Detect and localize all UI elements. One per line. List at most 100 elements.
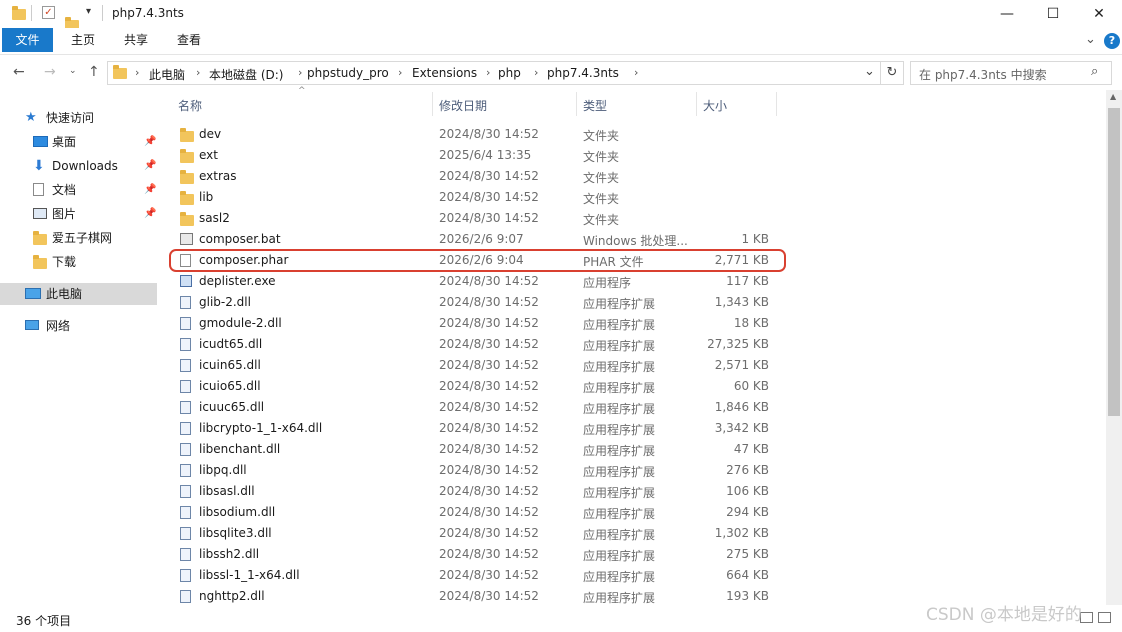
breadcrumb-separator-icon[interactable]: › bbox=[135, 66, 139, 79]
nav-this-pc[interactable]: 此电脑 bbox=[0, 283, 157, 305]
breadcrumb-php[interactable]: php bbox=[498, 66, 521, 80]
file-date: 2024/8/30 14:52 bbox=[439, 421, 539, 435]
breadcrumb-separator-icon[interactable]: › bbox=[196, 66, 200, 79]
scrollbar-thumb[interactable] bbox=[1108, 108, 1120, 416]
table-row[interactable]: libcrypto-1_1-x64.dll 2024/8/30 14:52 应用程序… bbox=[171, 418, 781, 439]
tab-view[interactable]: 查看 bbox=[165, 28, 213, 52]
recent-locations-chevron-icon[interactable]: ⌄ bbox=[69, 66, 77, 76]
file-name: icuin65.dll bbox=[199, 358, 261, 372]
column-header-date[interactable]: 修改日期 bbox=[439, 97, 487, 114]
table-row[interactable]: lib 2024/8/30 14:52 文件夹 bbox=[171, 187, 781, 208]
table-row[interactable]: libsasl.dll 2024/8/30 14:52 应用程序扩展 106 KB bbox=[171, 481, 781, 502]
file-date: 2024/8/30 14:52 bbox=[439, 274, 539, 288]
search-icon[interactable]: ⌕ bbox=[1091, 64, 1098, 79]
pin-icon[interactable]: 📌 bbox=[144, 203, 156, 225]
table-row[interactable]: icuin65.dll 2024/8/30 14:52 应用程序扩展 2,571 KB bbox=[171, 355, 781, 376]
nav-item-pictures[interactable]: 图片 📌 bbox=[0, 203, 157, 225]
breadcrumb-separator-icon[interactable]: › bbox=[398, 66, 402, 79]
breadcrumb-separator-icon[interactable]: › bbox=[634, 66, 638, 79]
back-arrow-icon[interactable]: ← bbox=[13, 64, 25, 80]
column-divider[interactable] bbox=[696, 92, 697, 116]
details-view-icon[interactable] bbox=[1080, 612, 1093, 623]
file-name: lib bbox=[199, 190, 214, 204]
column-header-type[interactable]: 类型 bbox=[583, 97, 607, 114]
table-row[interactable]: deplister.exe 2024/8/30 14:52 应用程序 117 KB bbox=[171, 271, 781, 292]
table-row[interactable]: nghttp2.dll 2024/8/30 14:52 应用程序扩展 193 KB bbox=[171, 586, 781, 607]
file-type: 文件夹 bbox=[583, 171, 620, 185]
breadcrumb-drive-d[interactable]: 本地磁盘 (D:) bbox=[209, 66, 283, 83]
table-row[interactable]: sasl2 2024/8/30 14:52 文件夹 bbox=[171, 208, 781, 229]
dll-file-icon bbox=[180, 527, 191, 540]
table-row[interactable]: glib-2.dll 2024/8/30 14:52 应用程序扩展 1,343 KB bbox=[171, 292, 781, 313]
search-box[interactable]: 在 php7.4.3nts 中搜索 ⌕ bbox=[910, 61, 1112, 85]
tab-home[interactable]: 主页 bbox=[59, 28, 107, 52]
breadcrumb-separator-icon[interactable]: › bbox=[534, 66, 538, 79]
breadcrumb-phpstudy-pro[interactable]: phpstudy_pro bbox=[307, 66, 389, 80]
table-row[interactable]: ext 2025/6/4 13:35 文件夹 bbox=[171, 145, 781, 166]
dll-file-icon bbox=[180, 380, 191, 393]
table-row[interactable]: extras 2024/8/30 14:52 文件夹 bbox=[171, 166, 781, 187]
breadcrumb-this-pc[interactable]: 此电脑 bbox=[149, 66, 185, 83]
file-date: 2024/8/30 14:52 bbox=[439, 190, 539, 204]
file-type: 应用程序扩展 bbox=[583, 507, 656, 521]
nav-quick-access[interactable]: ★ 快速访问 bbox=[0, 107, 157, 129]
dll-file-icon bbox=[180, 338, 191, 351]
large-icons-view-icon[interactable] bbox=[1098, 612, 1111, 623]
address-dropdown-icon[interactable]: ⌄ bbox=[864, 64, 875, 79]
nav-item-downloads[interactable]: ⬇ Downloads 📌 bbox=[0, 155, 157, 177]
table-row[interactable]: libenchant.dll 2024/8/30 14:52 应用程序扩展 47 KB bbox=[171, 439, 781, 460]
nav-item-desktop[interactable]: 桌面 📌 bbox=[0, 131, 157, 153]
table-row[interactable]: dev 2024/8/30 14:52 文件夹 bbox=[171, 124, 781, 145]
maximize-button[interactable]: ☐ bbox=[1030, 0, 1076, 28]
table-row[interactable]: libsqlite3.dll 2024/8/30 14:52 应用程序扩展 1,302… bbox=[171, 523, 781, 544]
table-row[interactable]: icudt65.dll 2024/8/30 14:52 应用程序扩展 27,325 K… bbox=[171, 334, 781, 355]
breadcrumb-separator-icon[interactable]: › bbox=[298, 66, 302, 79]
pin-icon[interactable]: 📌 bbox=[144, 131, 156, 153]
column-divider[interactable] bbox=[576, 92, 577, 116]
column-header-name[interactable]: 名称 bbox=[178, 97, 202, 114]
pin-icon[interactable]: 📌 bbox=[144, 155, 156, 177]
star-icon: ★ bbox=[25, 110, 37, 125]
table-row[interactable]: icuio65.dll 2024/8/30 14:52 应用程序扩展 60 KB bbox=[171, 376, 781, 397]
file-date: 2024/8/30 14:52 bbox=[439, 526, 539, 540]
table-row[interactable]: libpq.dll 2024/8/30 14:52 应用程序扩展 276 KB bbox=[171, 460, 781, 481]
breadcrumb-extensions[interactable]: Extensions bbox=[412, 66, 477, 80]
folder-icon bbox=[180, 149, 194, 163]
nav-item-documents[interactable]: 文档 📌 bbox=[0, 179, 157, 201]
nav-item-folder[interactable]: 爱五子棋网 bbox=[0, 227, 157, 249]
dll-file-icon bbox=[180, 548, 191, 561]
file-name: sasl2 bbox=[199, 211, 230, 225]
table-row[interactable]: gmodule-2.dll 2024/8/30 14:52 应用程序扩展 18 KB bbox=[171, 313, 781, 334]
table-row[interactable]: libssl-1_1-x64.dll 2024/8/30 14:52 应用程序扩展 6… bbox=[171, 565, 781, 586]
address-bar[interactable]: › 此电脑 › 本地磁盘 (D:) › phpstudy_pro › Exten… bbox=[107, 61, 881, 85]
column-header-size[interactable]: 大小 bbox=[703, 97, 727, 114]
up-arrow-icon[interactable]: ↑ bbox=[88, 64, 100, 80]
table-row[interactable]: libssh2.dll 2024/8/30 14:52 应用程序扩展 275 KB bbox=[171, 544, 781, 565]
breadcrumb-separator-icon[interactable]: › bbox=[486, 66, 490, 79]
tab-share[interactable]: 共享 bbox=[112, 28, 160, 52]
table-row[interactable]: libsodium.dll 2024/8/30 14:52 应用程序扩展 294 KB bbox=[171, 502, 781, 523]
column-divider[interactable] bbox=[776, 92, 777, 116]
nav-network[interactable]: 网络 bbox=[0, 315, 157, 337]
help-icon[interactable]: ? bbox=[1104, 33, 1120, 49]
quick-access-toolbar-dropdown-icon[interactable]: ▾ bbox=[86, 6, 91, 17]
nav-item-folder[interactable]: 下载 bbox=[0, 251, 157, 273]
properties-icon[interactable]: ✓ bbox=[42, 6, 55, 19]
table-row[interactable]: composer.bat 2026/2/6 9:07 Windows 批处理... 1… bbox=[171, 229, 781, 250]
tab-file[interactable]: 文件 bbox=[2, 28, 53, 52]
forward-arrow-icon[interactable]: → bbox=[44, 64, 56, 80]
file-size: 1,302 KB bbox=[714, 526, 769, 540]
file-date: 2024/8/30 14:52 bbox=[439, 169, 539, 183]
pin-icon[interactable]: 📌 bbox=[144, 179, 156, 201]
collapse-ribbon-icon[interactable]: ⌄ bbox=[1085, 32, 1096, 47]
dll-file-icon bbox=[180, 485, 191, 498]
file-size: 275 KB bbox=[726, 547, 769, 561]
file-type: 应用程序扩展 bbox=[583, 444, 656, 458]
scroll-up-icon[interactable]: ▲ bbox=[1110, 92, 1116, 101]
minimize-button[interactable]: — bbox=[984, 0, 1030, 28]
column-divider[interactable] bbox=[432, 92, 433, 116]
refresh-button[interactable]: ↻ bbox=[880, 61, 904, 85]
table-row[interactable]: icuuc65.dll 2024/8/30 14:52 应用程序扩展 1,846 KB bbox=[171, 397, 781, 418]
close-button[interactable]: ✕ bbox=[1076, 0, 1122, 28]
breadcrumb-php743nts[interactable]: php7.4.3nts bbox=[547, 66, 619, 80]
